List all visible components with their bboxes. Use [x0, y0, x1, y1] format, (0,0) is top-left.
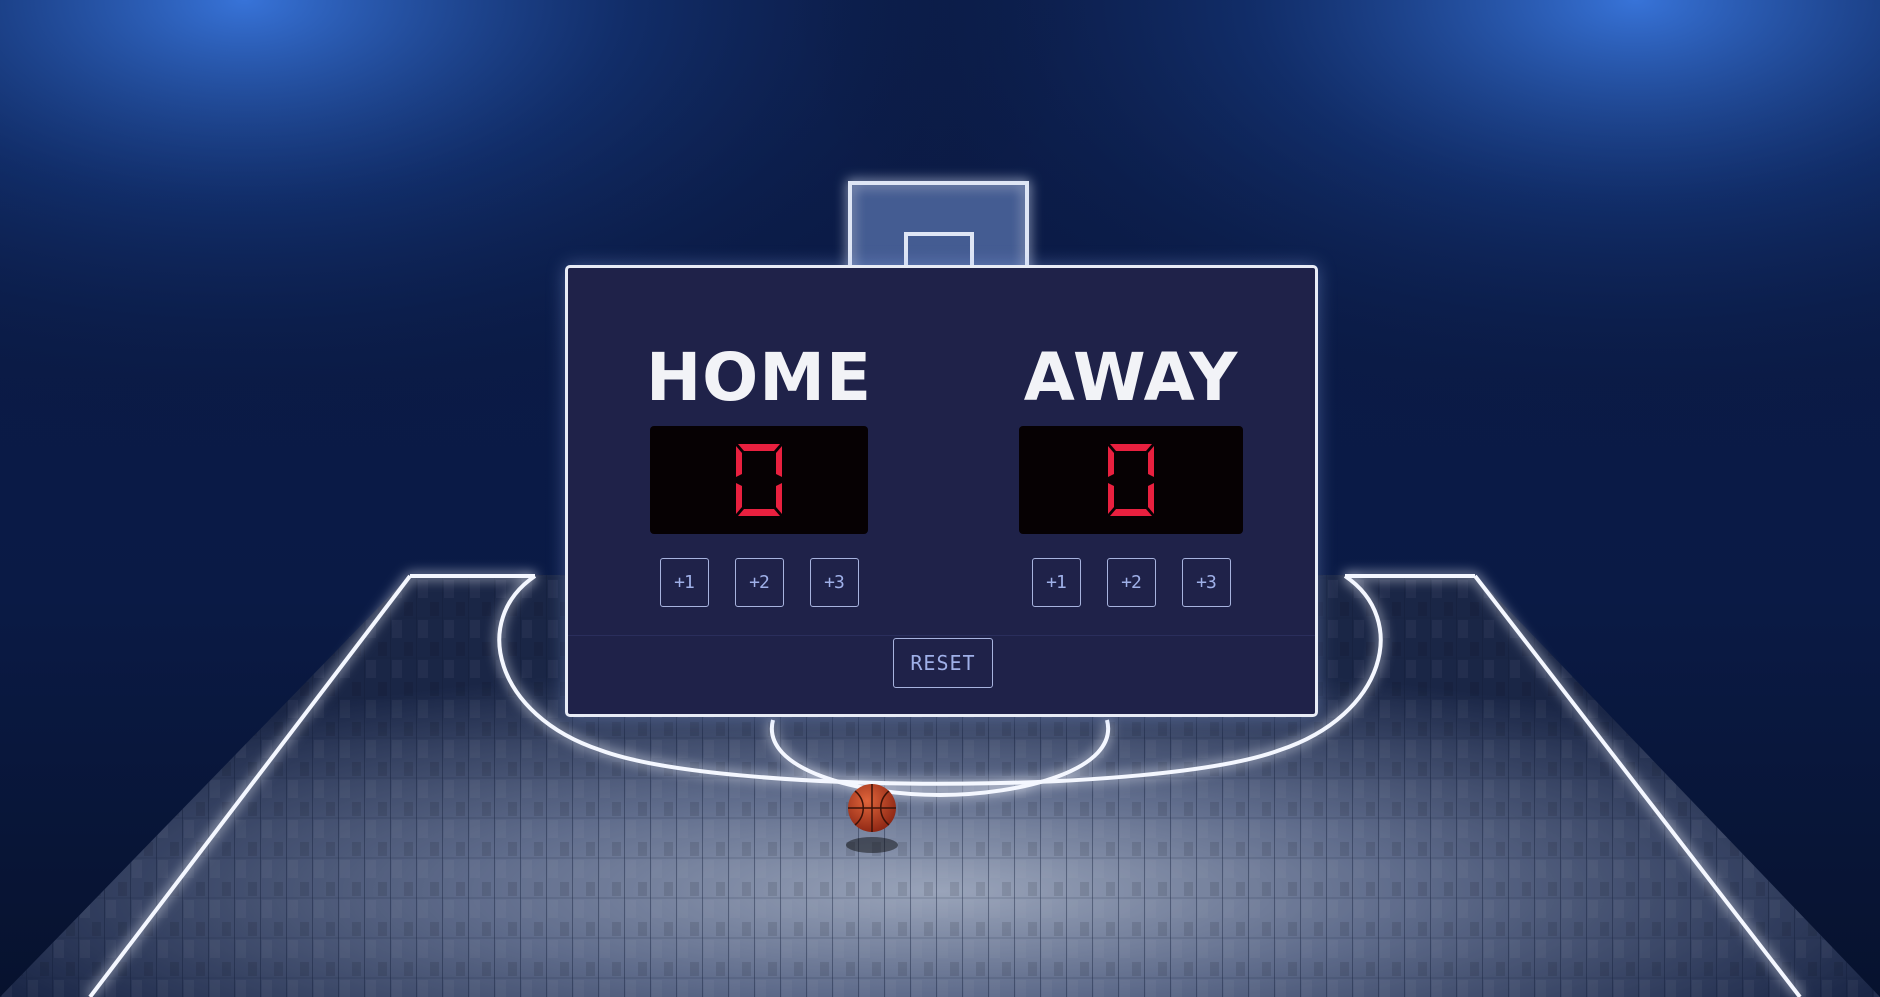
home-team-label: HOME	[645, 339, 873, 416]
home-plus-3-button[interactable]: +3	[809, 558, 859, 607]
away-plus-1-button[interactable]: +1	[1031, 558, 1081, 607]
away-team-label: AWAY	[1023, 339, 1239, 416]
home-plus-2-button[interactable]: +2	[734, 558, 784, 607]
away-button-row: +1 +2 +3	[1015, 558, 1247, 607]
digit-segment-f	[736, 446, 742, 477]
digit-segment-b	[776, 446, 782, 477]
panel-divider	[568, 635, 1315, 636]
digit-segment-a	[1110, 444, 1152, 451]
digit-segment-c	[776, 483, 782, 514]
reset-button[interactable]: RESET	[893, 638, 993, 688]
digit-segment-e	[736, 483, 742, 514]
home-score-display	[650, 426, 868, 534]
digit-segment-b	[1148, 446, 1154, 477]
app-stage: HOME +1 +2 +3 AWAY +1 +2 +3 RESET	[0, 0, 1880, 997]
home-button-row: +1 +2 +3	[643, 558, 875, 607]
digit-segment-d	[738, 509, 780, 516]
home-plus-1-button[interactable]: +1	[659, 558, 709, 607]
away-score-display	[1019, 426, 1243, 534]
home-team-section: HOME +1 +2 +3	[643, 340, 875, 607]
digit-segment-f	[1108, 446, 1114, 477]
digit-segment-c	[1148, 483, 1154, 514]
away-score-digit	[1108, 444, 1154, 516]
home-score-digit	[736, 444, 782, 516]
digit-segment-e	[1108, 483, 1114, 514]
away-plus-3-button[interactable]: +3	[1181, 558, 1231, 607]
away-plus-2-button[interactable]: +2	[1106, 558, 1156, 607]
digit-segment-a	[738, 444, 780, 451]
away-team-section: AWAY +1 +2 +3	[1015, 340, 1247, 607]
scoreboard-panel: HOME +1 +2 +3 AWAY +1 +2 +3 RESET	[565, 265, 1318, 717]
digit-segment-d	[1110, 509, 1152, 516]
basketball-icon	[848, 784, 896, 832]
